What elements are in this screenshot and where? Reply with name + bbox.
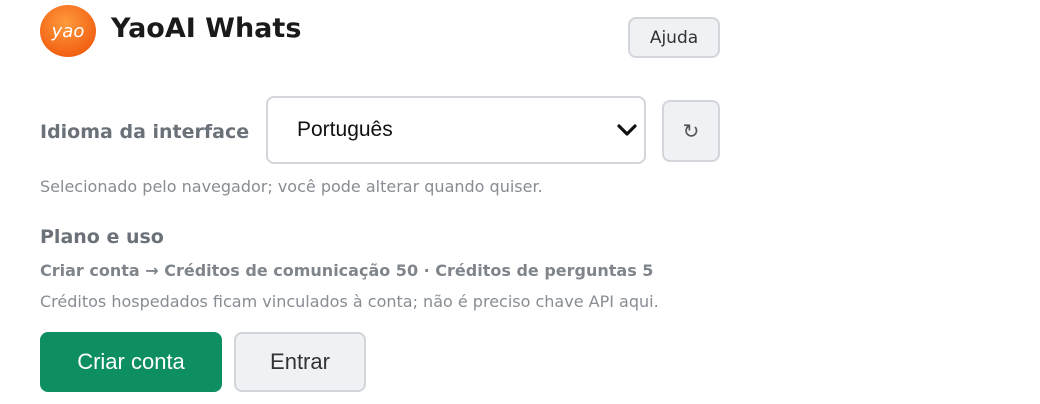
plan-title: Plano e uso bbox=[40, 226, 164, 248]
language-hint: Selecionado pelo navegador; você pode al… bbox=[40, 177, 543, 196]
create-account-button[interactable]: Criar conta bbox=[40, 332, 222, 392]
app-title: YaoAI Whats bbox=[111, 13, 302, 44]
plan-summary: Criar conta → Créditos de comunicação 50… bbox=[40, 261, 654, 280]
refresh-language-button[interactable]: ↻ bbox=[662, 100, 720, 162]
logo-text: yao bbox=[51, 21, 85, 42]
plan-note: Créditos hospedados ficam vinculados à c… bbox=[40, 292, 659, 311]
refresh-icon: ↻ bbox=[682, 119, 700, 143]
help-button[interactable]: Ajuda bbox=[628, 17, 720, 58]
chevron-down-icon bbox=[616, 123, 638, 137]
app-logo: yao bbox=[39, 4, 97, 58]
language-label: Idioma da interface bbox=[40, 121, 250, 143]
login-button[interactable]: Entrar bbox=[234, 332, 366, 392]
language-selected-value: Português bbox=[297, 118, 393, 141]
page: yao YaoAI Whats Ajuda Idioma da interfac… bbox=[0, 0, 1040, 404]
language-select[interactable]: Português bbox=[266, 96, 646, 164]
